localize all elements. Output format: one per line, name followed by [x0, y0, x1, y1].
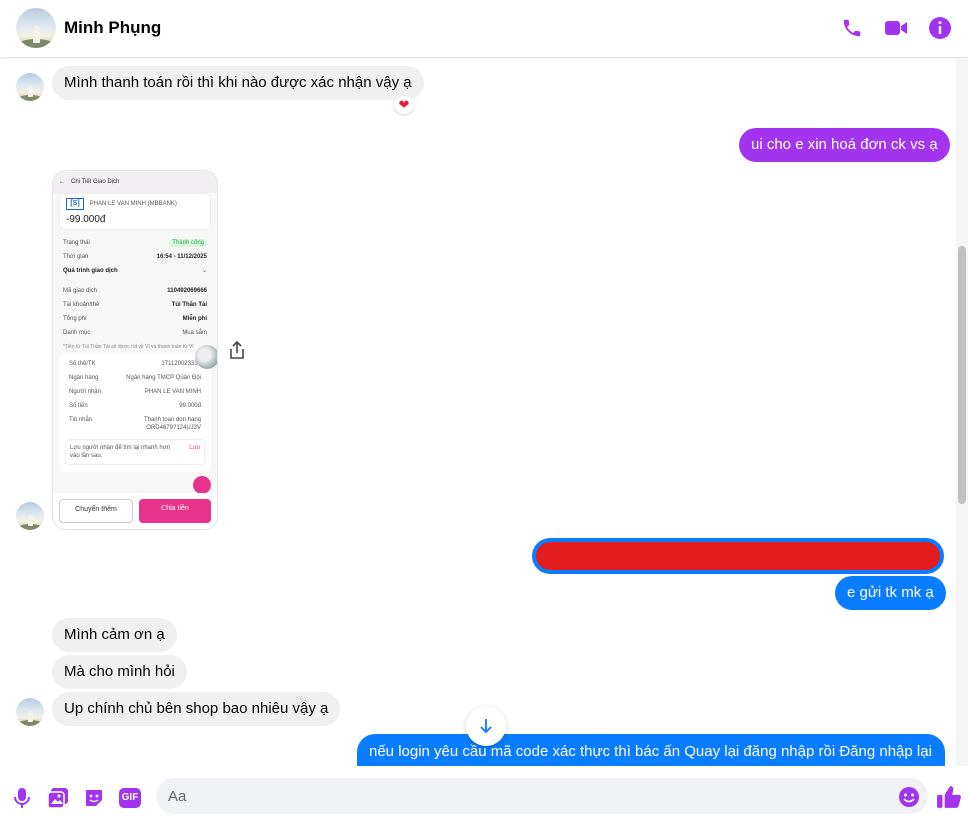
receipt-section: Số thẻ/TK 171120023333 Ngân hàng Ngân hàng…	[59, 354, 211, 472]
share-icon[interactable]	[228, 340, 246, 360]
arrow-down-icon	[480, 719, 492, 734]
receipt-row: Tài khoản/thẻ Túi Thần Tài	[63, 302, 207, 308]
back-arrow-icon: ←	[59, 179, 65, 185]
receipt-row: Thời gian 16:54 - 11/12/2025	[63, 254, 207, 260]
composer: GIF	[0, 766, 968, 830]
receipt-image[interactable]: ← Chi Tiết Giao Dịch [S] PHAN LE VAN MIN…	[52, 170, 218, 530]
redacted-message-bubble[interactable]	[532, 538, 944, 574]
video-call-icon[interactable]	[882, 14, 910, 42]
receipt-card: [S] PHAN LE VAN MINH (MBBANK) -99.000đ	[59, 193, 211, 230]
message-bubble[interactable]: Mình cảm ơn ạ	[52, 618, 177, 652]
info-icon[interactable]	[926, 14, 954, 42]
receipt-row: Số tiền 99.000đ	[69, 403, 201, 409]
receipt-topbar: ← Chi Tiết Giao Dịch	[53, 171, 217, 193]
message-bubble[interactable]: e gửi tk mk ạ	[835, 576, 946, 610]
header-actions	[838, 14, 954, 42]
gif-icon[interactable]: GIF	[118, 786, 142, 810]
receipt-more-button: Chuyển thêm	[59, 499, 133, 523]
heart-reaction-icon[interactable]: ❤	[394, 96, 414, 114]
message-bubble[interactable]: Up chính chủ bên shop bao nhiêu vậy ạ	[52, 692, 341, 726]
contact-avatar[interactable]	[16, 8, 56, 48]
scroll-to-bottom-button[interactable]	[466, 706, 506, 746]
phone-icon[interactable]	[838, 14, 866, 42]
receipt-buttons: Chuyển thêm Chia tiền	[53, 493, 217, 529]
contact-avatar-small[interactable]	[16, 73, 44, 101]
bank-logo: [S]	[66, 198, 84, 210]
message-bubble[interactable]: nếu login yêu cầu mã code xác thực thì b…	[357, 734, 945, 768]
receipt-row: Số thẻ/TK 171120023333	[69, 361, 201, 367]
receipt-row: Quá trình giao dịch ⌄	[63, 268, 207, 274]
receipt-row: Ngân hàng Ngân hàng TMCP Quân Đội	[69, 375, 201, 381]
receipt-note: *Tiền từ Túi Thần Tài sẽ được rút về Ví …	[63, 344, 194, 350]
contact-avatar-small[interactable]	[16, 698, 44, 726]
image-icon[interactable]	[46, 786, 70, 810]
receipt-payee: PHAN LE VAN MINH (MBBANK)	[89, 201, 177, 207]
receipt-row: Trạng thái Thành công	[53, 236, 217, 250]
message-bubble[interactable]: Mình thanh toán rồi thì khi nào được xác…	[52, 66, 424, 100]
receipt-peek-avatar	[195, 345, 217, 369]
microphone-icon[interactable]	[10, 786, 34, 810]
scrollbar-thumb[interactable]	[958, 246, 966, 504]
contact-avatar-small[interactable]	[16, 502, 44, 530]
receipt-split-button: Chia tiền	[139, 499, 211, 523]
save-recipient-box: Lưu người nhận để tìm lại nhanh hơn vào …	[65, 439, 205, 465]
message-input[interactable]	[156, 778, 928, 814]
message-bubble[interactable]: Mà cho mình hỏi	[52, 655, 187, 689]
receipt-support-fab-icon	[193, 476, 211, 494]
sticker-icon[interactable]	[82, 786, 106, 810]
receipt-title: Chi Tiết Giao Dịch	[71, 179, 120, 185]
message-bubble[interactable]: ui cho e xin hoá đơn ck vs ạ	[739, 128, 950, 162]
thumbs-up-icon[interactable]	[936, 784, 962, 810]
receipt-row: Tổng phí Miễn phí	[63, 316, 207, 322]
receipt-row: Tin nhắn Thanh toan don hang ORD4679?124U…	[69, 417, 201, 431]
receipt-row: Mã giao dịch 110492069666	[63, 288, 207, 294]
receipt-row: Danh mục Mua sắm	[63, 330, 207, 336]
receipt-row: Người nhận PHAN LE VAN MINH	[69, 389, 201, 395]
contact-name[interactable]: Minh Phụng	[64, 18, 161, 38]
conversation-header: Minh Phụng	[0, 0, 968, 58]
receipt-amount: -99.000đ	[66, 214, 106, 225]
emoji-icon[interactable]	[898, 786, 920, 808]
